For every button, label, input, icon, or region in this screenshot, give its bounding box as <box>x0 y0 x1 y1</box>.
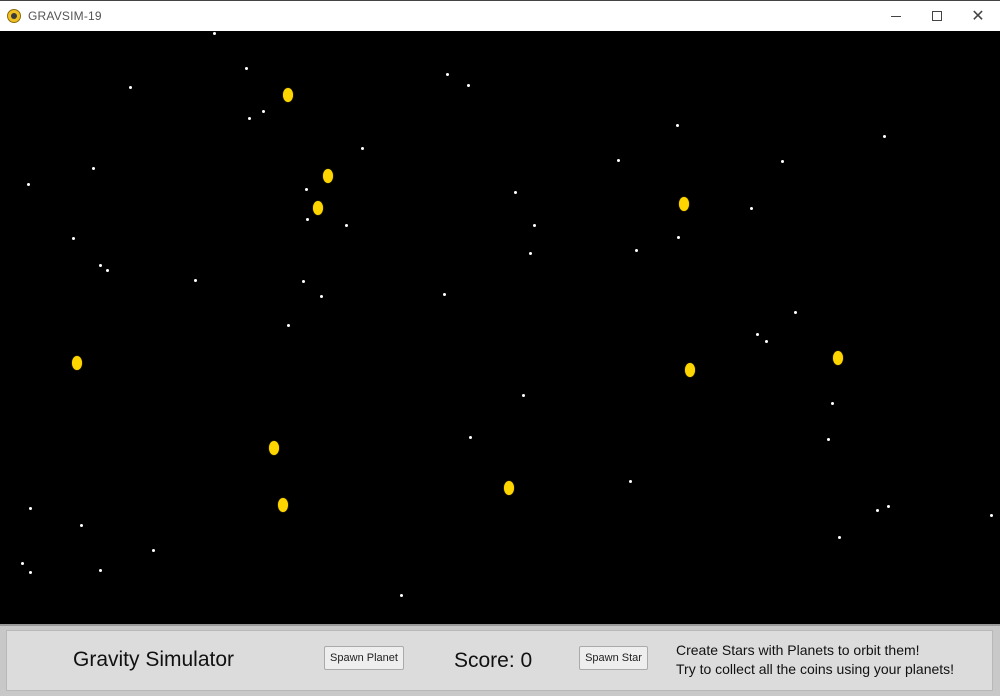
background-star-dot <box>876 509 879 512</box>
background-star-dot <box>29 571 32 574</box>
background-star-dot <box>99 264 102 267</box>
background-star-dot <box>262 110 265 113</box>
minimize-icon <box>891 15 901 17</box>
background-star-dot <box>750 207 753 210</box>
coin <box>269 441 279 455</box>
background-star-dot <box>129 86 132 89</box>
background-star-dot <box>302 280 305 283</box>
background-star-dot <box>794 311 797 314</box>
coin <box>323 169 333 183</box>
background-star-dot <box>306 218 309 221</box>
spawn-star-button[interactable]: Spawn Star <box>579 646 648 670</box>
background-star-dot <box>617 159 620 162</box>
close-icon: ✕ <box>971 6 985 25</box>
background-star-dot <box>765 340 768 343</box>
background-star-dot <box>245 67 248 70</box>
coin <box>72 356 82 370</box>
background-star-dot <box>781 160 784 163</box>
background-star-dot <box>99 569 102 572</box>
background-star-dot <box>831 402 834 405</box>
coin <box>679 197 689 211</box>
maximize-icon <box>932 11 942 21</box>
background-star-dot <box>629 480 632 483</box>
background-star-dot <box>80 524 83 527</box>
background-star-dot <box>29 507 32 510</box>
background-star-dot <box>27 183 30 186</box>
background-star-dot <box>676 124 679 127</box>
background-star-dot <box>106 269 109 272</box>
background-star-dot <box>827 438 830 441</box>
background-star-dot <box>194 279 197 282</box>
instruction-line-2: Try to collect all the coins using your … <box>676 661 955 677</box>
background-star-dot <box>635 249 638 252</box>
background-star-dot <box>446 73 449 76</box>
title-bar: GRAVSIM-19 ✕ <box>0 0 1000 31</box>
background-star-dot <box>72 237 75 240</box>
background-star-dot <box>467 84 470 87</box>
background-star-dot <box>320 295 323 298</box>
minimize-button[interactable] <box>873 1 919 31</box>
coin <box>278 498 288 512</box>
background-star-dot <box>756 333 759 336</box>
background-star-dot <box>883 135 886 138</box>
background-star-dot <box>400 594 403 597</box>
background-star-dot <box>838 536 841 539</box>
window-title: GRAVSIM-19 <box>28 9 102 23</box>
background-star-dot <box>21 562 24 565</box>
coin <box>283 88 293 102</box>
background-star-dot <box>887 505 890 508</box>
coin <box>313 201 323 215</box>
background-star-dot <box>533 224 536 227</box>
background-star-dot <box>287 324 290 327</box>
maximize-button[interactable] <box>914 1 960 31</box>
spawn-planet-button[interactable]: Spawn Planet <box>324 646 404 670</box>
instructions: Create Stars with Planets to orbit them!… <box>676 641 954 679</box>
background-star-dot <box>345 224 348 227</box>
background-star-dot <box>92 167 95 170</box>
coin <box>685 363 695 377</box>
background-star-dot <box>529 252 532 255</box>
background-star-dot <box>248 117 251 120</box>
instruction-line-1: Create Stars with Planets to orbit them! <box>676 642 920 658</box>
close-button[interactable]: ✕ <box>955 1 1000 31</box>
app-heading: Gravity Simulator <box>73 648 235 671</box>
coin <box>833 351 843 365</box>
background-star-dot <box>305 188 308 191</box>
background-star-dot <box>677 236 680 239</box>
background-star-dot <box>514 191 517 194</box>
score-display: Score: 0 <box>454 649 533 672</box>
background-star-dot <box>443 293 446 296</box>
background-star-dot <box>152 549 155 552</box>
simulation-canvas[interactable] <box>0 31 1000 624</box>
app-icon <box>7 9 21 23</box>
background-star-dot <box>361 147 364 150</box>
background-star-dot <box>213 32 216 35</box>
background-star-dot <box>469 436 472 439</box>
coin <box>504 481 514 495</box>
background-star-dot <box>990 514 993 517</box>
background-star-dot <box>522 394 525 397</box>
